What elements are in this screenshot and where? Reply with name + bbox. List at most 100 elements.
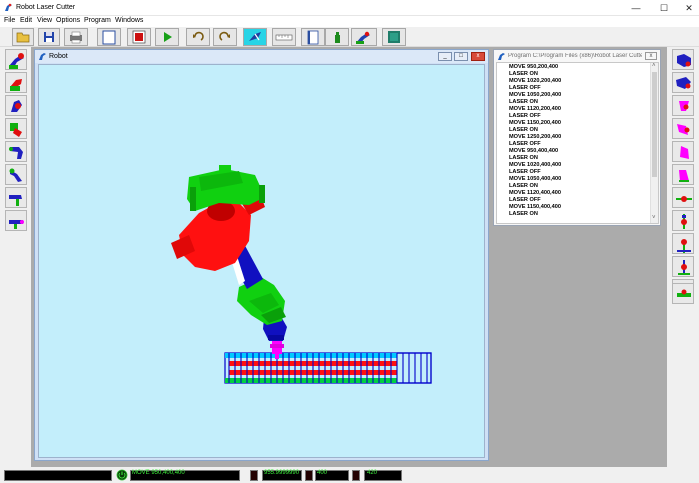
left-tool-7[interactable] [5, 187, 27, 208]
robot-window-maximize-button[interactable]: □ [454, 52, 468, 61]
status-x-value: 955.9999990 [264, 470, 300, 476]
axis-y-icon [681, 214, 687, 229]
3d-box-tool-button[interactable] [382, 28, 406, 46]
robot-window-close-button[interactable]: x [471, 52, 485, 61]
left-tool-6[interactable] [5, 164, 27, 185]
program-line[interactable]: MOVE 1150,200,400 [509, 120, 561, 127]
robot-window[interactable]: Robot _ □ x [34, 49, 489, 461]
status-message-field [4, 470, 112, 481]
robot-rotate-icon [10, 79, 22, 91]
right-tool-10[interactable] [672, 256, 694, 277]
open-button[interactable] [12, 28, 34, 46]
save-button[interactable] [38, 28, 60, 46]
ruler-button[interactable] [272, 28, 296, 46]
menu-view[interactable]: View [37, 17, 52, 24]
stop-button[interactable] [127, 28, 151, 46]
left-tool-5[interactable] [5, 141, 27, 162]
menu-edit[interactable]: Edit [20, 17, 32, 24]
program-line[interactable]: LASER ON [509, 183, 538, 190]
program-window[interactable]: Program C:\Program Files (x86)\Robot Las… [493, 49, 661, 226]
page-view-button[interactable] [301, 28, 325, 46]
program-window-title: Program C:\Program Files (x86)\Robot Las… [508, 53, 642, 59]
right-tool-6[interactable] [672, 164, 694, 185]
bottle-tool-button[interactable] [325, 28, 349, 46]
program-line[interactable]: LASER OFF [509, 169, 541, 176]
maximize-button[interactable]: ☐ [650, 0, 678, 16]
left-tool-3[interactable] [5, 95, 27, 116]
menu-program[interactable]: Program [84, 17, 111, 24]
program-line[interactable]: LASER OFF [509, 197, 541, 204]
undo-icon [193, 31, 204, 41]
3d-box-icon [388, 31, 400, 43]
program-window-close-button[interactable]: x [645, 52, 657, 60]
scrollbar-thumb[interactable] [652, 72, 657, 177]
laser-tool-button[interactable] [243, 28, 267, 46]
menu-windows[interactable]: Windows [115, 17, 143, 24]
program-line[interactable]: LASER OFF [509, 141, 541, 148]
left-tool-1[interactable] [5, 49, 27, 70]
right-tool-4[interactable] [672, 118, 694, 139]
program-line[interactable]: MOVE 1150,400,400 [509, 204, 561, 211]
program-line[interactable]: LASER ON [509, 127, 538, 134]
right-tool-3[interactable] [672, 95, 694, 116]
program-line[interactable]: LASER OFF [509, 113, 541, 120]
print-button[interactable] [64, 28, 88, 46]
redo-icon [219, 31, 230, 41]
redo-button[interactable] [213, 28, 237, 46]
left-tool-8[interactable] [5, 210, 27, 231]
close-button[interactable]: ✕ [675, 0, 699, 16]
robot-3d-viewport[interactable] [38, 64, 485, 458]
page-view-icon [307, 30, 319, 45]
robot-arm-icon [356, 31, 370, 44]
program-window-icon [498, 53, 505, 60]
program-line[interactable]: MOVE 1250,200,400 [509, 134, 561, 141]
program-line[interactable]: MOVE 950,400,400 [509, 148, 558, 155]
open-folder-icon [16, 32, 30, 43]
robot-window-titlebar[interactable]: Robot _ □ x [35, 50, 488, 63]
program-line[interactable]: MOVE 1120,400,400 [509, 190, 561, 197]
program-scrollbar[interactable]: ˄ ˅ [650, 63, 658, 223]
right-tool-1[interactable] [672, 49, 694, 70]
title-bar[interactable]: Robot Laser Cutter — ☐ ✕ [0, 0, 699, 16]
right-tool-12[interactable] [672, 283, 694, 304]
play-button[interactable] [155, 28, 179, 46]
program-window-titlebar[interactable]: Program C:\Program Files (x86)\Robot Las… [494, 50, 660, 62]
program-line[interactable]: MOVE 1050,400,400 [509, 176, 561, 183]
status-y-value: 400 [317, 470, 328, 476]
view-iso-icon [677, 124, 690, 135]
right-tool-8[interactable] [672, 210, 694, 231]
toolbar [0, 27, 699, 47]
program-line[interactable]: MOVE 950,200,400 [509, 64, 558, 71]
right-tool-7[interactable] [672, 187, 694, 208]
robot-elbow-icon [9, 147, 23, 159]
left-tool-4[interactable] [5, 118, 27, 139]
program-line[interactable]: LASER ON [509, 99, 538, 106]
robot-window-minimize-button[interactable]: _ [438, 52, 452, 61]
undo-button[interactable] [186, 28, 210, 46]
program-line[interactable]: MOVE 1050,200,400 [509, 92, 561, 99]
axis-x-icon [676, 196, 692, 202]
ruler-icon [275, 34, 293, 41]
program-listing[interactable]: MOVE 950,200,400 LASER ON MOVE 1020,200,… [496, 62, 659, 224]
robot-arm-tool-button[interactable] [351, 28, 377, 46]
program-line[interactable]: MOVE 1020,400,400 [509, 162, 561, 169]
program-line[interactable]: MOVE 1020,200,400 [509, 78, 561, 85]
program-line[interactable]: MOVE 1120,200,400 [509, 106, 561, 113]
tray-top-rail [225, 353, 397, 358]
right-tool-2[interactable] [672, 72, 694, 93]
right-tool-5[interactable] [672, 141, 694, 162]
menu-file[interactable]: File [4, 17, 15, 24]
left-tool-2[interactable] [5, 72, 27, 93]
right-tool-9[interactable] [672, 233, 694, 254]
program-line[interactable]: LASER ON [509, 71, 538, 78]
scroll-down-button[interactable]: ˅ [652, 215, 656, 221]
robot-joint-icon [11, 100, 22, 112]
menu-options[interactable]: Options [56, 17, 80, 24]
program-line[interactable]: LASER OFF [509, 85, 541, 92]
minimize-button[interactable]: — [622, 0, 650, 16]
new-page-button[interactable] [97, 28, 121, 46]
program-line[interactable]: LASER ON [509, 211, 538, 218]
scroll-up-button[interactable]: ˄ [652, 63, 656, 69]
view-top-icon [679, 101, 689, 111]
program-line[interactable]: LASER ON [509, 155, 538, 162]
